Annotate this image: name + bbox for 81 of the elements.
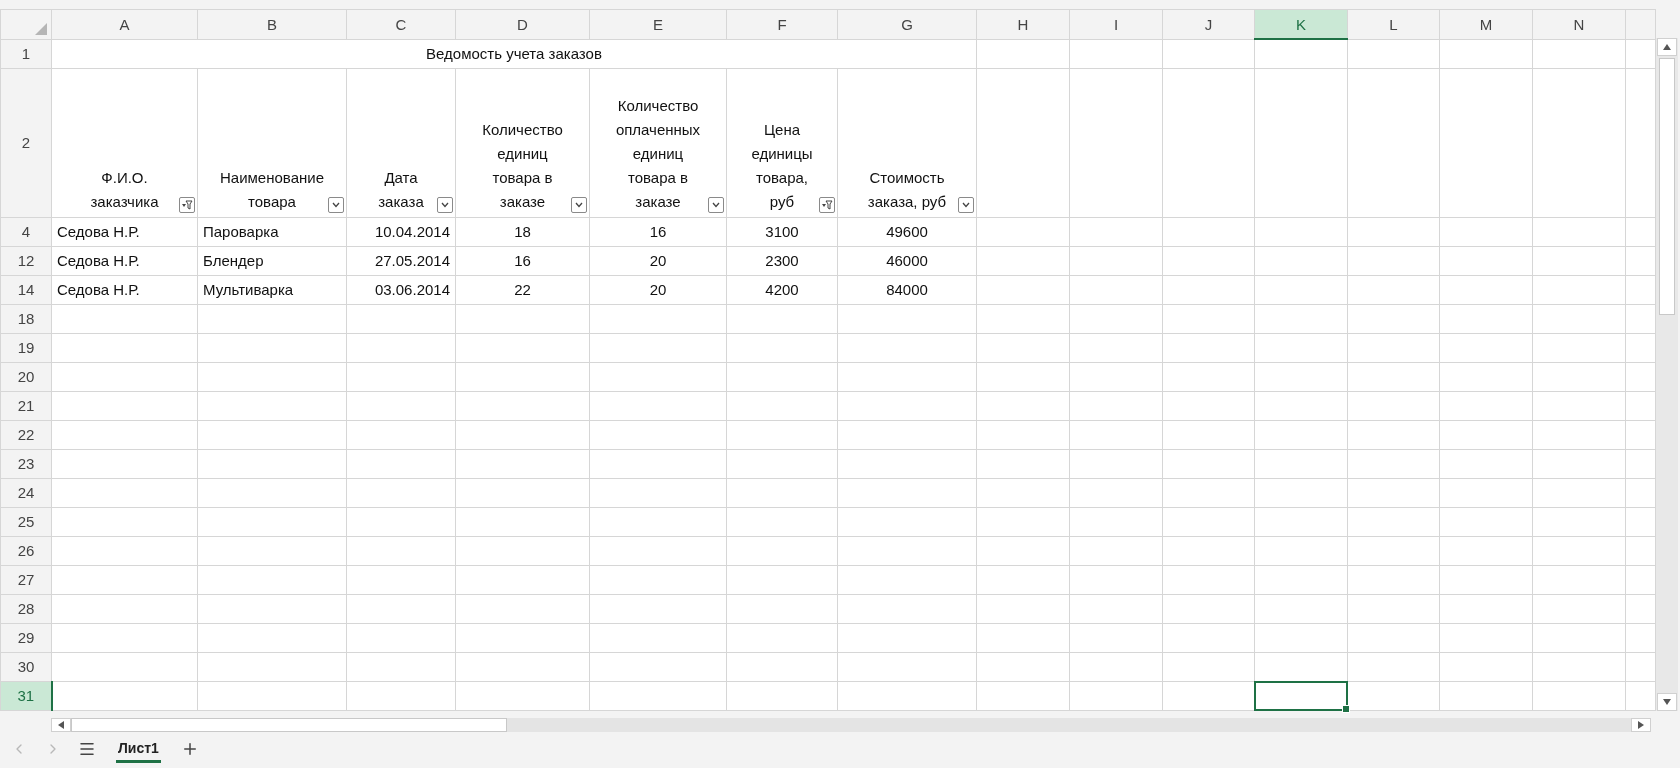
column-title: Количество единиц товара в заказе: [481, 119, 564, 212]
column-title: Стоимость заказа, руб: [866, 167, 948, 212]
column-header[interactable]: F: [726, 9, 838, 39]
column-header[interactable]: I: [1069, 9, 1163, 39]
filter-applied-icon: [821, 198, 833, 211]
column-header[interactable]: M: [1439, 9, 1533, 39]
horizontal-scrollbar[interactable]: [51, 717, 1651, 732]
row-header[interactable]: 25: [0, 507, 52, 536]
table-cell: 27.05.2014: [346, 246, 456, 275]
column-header[interactable]: G: [837, 9, 977, 39]
row-header[interactable]: 20: [0, 362, 52, 391]
table-cell: Мультиварка: [197, 275, 347, 304]
table-cell: Седова Н.Р.: [51, 275, 198, 304]
column-header[interactable]: B: [197, 9, 347, 39]
column-header[interactable]: K: [1254, 9, 1348, 39]
scroll-left-icon[interactable]: [51, 717, 71, 732]
row-header[interactable]: 21: [0, 391, 52, 420]
row-header[interactable]: 4: [0, 217, 52, 246]
filter-button[interactable]: [571, 196, 587, 213]
filter-button[interactable]: [328, 196, 344, 213]
column-header[interactable]: A: [51, 9, 198, 39]
row-header[interactable]: 18: [0, 304, 52, 333]
column-title: Дата заказа: [377, 167, 425, 212]
scroll-thumb[interactable]: [1659, 58, 1675, 315]
filter-applied-icon: [181, 198, 193, 211]
table-cell: Седова Н.Р.: [51, 217, 198, 246]
column-header[interactable]: N: [1532, 9, 1626, 39]
table-cell: Седова Н.Р.: [51, 246, 198, 275]
sheet-tab[interactable]: Лист1: [116, 734, 161, 763]
row-header[interactable]: 29: [0, 623, 52, 652]
table-cell: 20: [589, 275, 727, 304]
row-header[interactable]: 27: [0, 565, 52, 594]
filter-button[interactable]: [819, 196, 835, 213]
row-header[interactable]: 23: [0, 449, 52, 478]
column-title: Количество оплаченных единиц товара в заказе: [614, 95, 702, 212]
column-header[interactable]: C: [346, 9, 456, 39]
column-header[interactable]: E: [589, 9, 727, 39]
filter-button[interactable]: [179, 196, 195, 213]
column-header[interactable]: L: [1347, 9, 1440, 39]
row-header[interactable]: 12: [0, 246, 52, 275]
row-header[interactable]: 1: [0, 39, 52, 68]
table-cell: 84000: [837, 275, 977, 304]
table-cell: 3100: [726, 217, 838, 246]
table-cell: 46000: [837, 246, 977, 275]
row-header[interactable]: 30: [0, 652, 52, 681]
column-header[interactable]: J: [1162, 9, 1255, 39]
column-header[interactable]: H: [976, 9, 1070, 39]
column-title: Цена единицы товара, руб: [750, 119, 814, 212]
scroll-up-icon[interactable]: [1657, 38, 1677, 56]
table-cell: Пароварка: [197, 217, 347, 246]
scroll-right-icon[interactable]: [1631, 717, 1651, 732]
table-title: Ведомость учета заказов: [51, 39, 977, 68]
row-header[interactable]: 28: [0, 594, 52, 623]
table-cell: 2300: [726, 246, 838, 275]
vertical-scrollbar[interactable]: [1656, 38, 1678, 711]
table-cell: 16: [589, 217, 727, 246]
column-header[interactable]: D: [455, 9, 590, 39]
row-header[interactable]: 24: [0, 478, 52, 507]
column-title: Наименование товара: [219, 167, 325, 212]
row-header[interactable]: 22: [0, 420, 52, 449]
filter-button[interactable]: [958, 196, 974, 213]
scroll-down-icon[interactable]: [1657, 692, 1677, 711]
row-header[interactable]: 31: [0, 681, 52, 710]
selected-cell[interactable]: [1254, 680, 1348, 711]
filter-button[interactable]: [708, 196, 724, 213]
table-cell: Блендер: [197, 246, 347, 275]
table-cell: 49600: [837, 217, 977, 246]
table-cell: 18: [455, 217, 590, 246]
table-cell: 03.06.2014: [346, 275, 456, 304]
row-header[interactable]: 2: [0, 68, 52, 217]
table-cell: 16: [455, 246, 590, 275]
table-cell: 20: [589, 246, 727, 275]
column-title: Ф.И.О. заказчика: [89, 167, 160, 212]
scroll-thumb[interactable]: [71, 717, 507, 732]
filter-button[interactable]: [437, 196, 453, 213]
row-header[interactable]: 14: [0, 275, 52, 304]
table-cell: 22: [455, 275, 590, 304]
row-header[interactable]: 19: [0, 333, 52, 362]
table-cell: 4200: [726, 275, 838, 304]
table-cell: 10.04.2014: [346, 217, 456, 246]
row-header[interactable]: 26: [0, 536, 52, 565]
